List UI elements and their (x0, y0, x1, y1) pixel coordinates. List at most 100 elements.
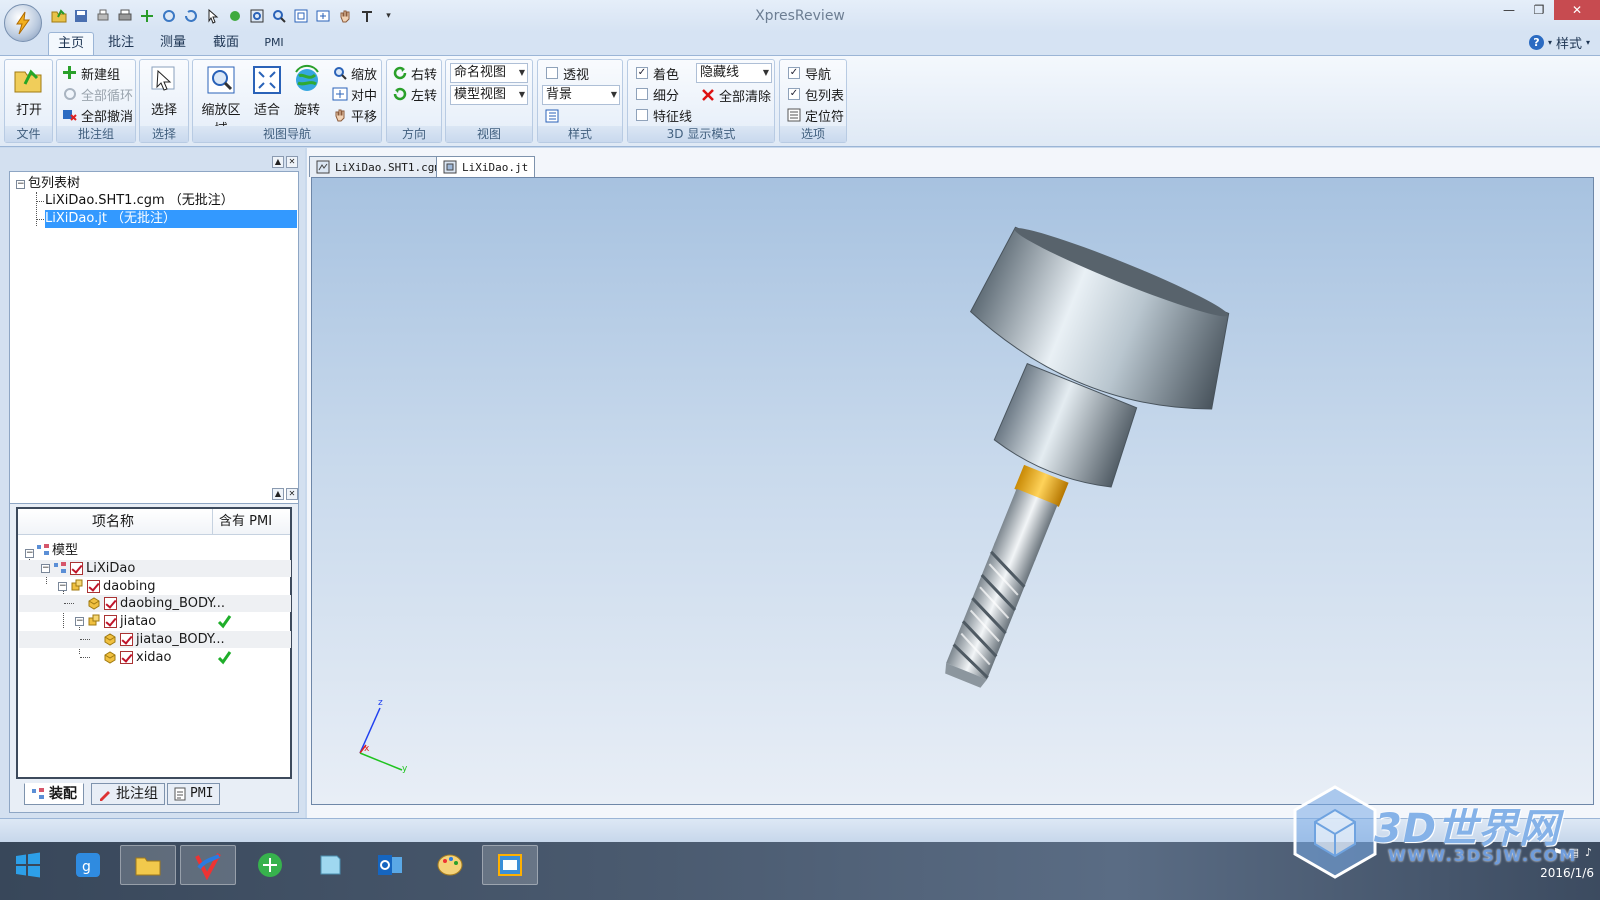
pin-icon[interactable]: ▲ (272, 488, 284, 500)
shaded-checkbox[interactable]: ✓ 着色 (636, 63, 679, 83)
start-button[interactable] (0, 845, 56, 885)
assembly-row-xidao[interactable]: xidao (19, 649, 291, 666)
taskbar-app-window[interactable] (482, 845, 538, 885)
select-button[interactable]: 选择 (142, 63, 186, 118)
tab-markup-groups[interactable]: 批注组 (91, 783, 165, 805)
package-list-checkbox[interactable]: ✓ 包列表 (788, 84, 844, 104)
subdivide-checkbox[interactable]: 细分 (636, 84, 679, 104)
taskbar-app-notes[interactable] (302, 845, 358, 885)
rotate-left-button[interactable]: 左转 (392, 84, 437, 104)
assembly-row-model[interactable]: − 模型 (19, 542, 291, 559)
collapse-icon[interactable]: − (25, 549, 34, 558)
navigator-checkbox[interactable]: ✓ 导航 (788, 63, 831, 83)
checkbox-icon (546, 67, 558, 79)
axis-label-y: y (402, 764, 408, 774)
rotate-button[interactable]: 旋转 (288, 63, 326, 118)
style-menu[interactable]: 样式 (1556, 33, 1582, 52)
group-label-options: 选项 (780, 126, 846, 142)
axis-label-x: x (364, 744, 370, 754)
fit-button[interactable]: 适合 (248, 63, 286, 118)
minimize-icon[interactable]: — (1494, 0, 1524, 20)
cycle-all-button[interactable]: 全部循环 (62, 84, 133, 104)
list-settings-icon (545, 109, 559, 123)
feature-lines-checkbox[interactable]: 特征线 (636, 105, 692, 125)
visibility-checkbox[interactable] (70, 562, 83, 575)
style-settings-button[interactable] (544, 106, 560, 126)
taskbar-file-explorer[interactable] (120, 845, 176, 885)
visibility-checkbox[interactable] (104, 597, 117, 610)
locator-button[interactable]: 定位符 (786, 105, 844, 125)
dropdown-arrow-icon: ▼ (518, 90, 525, 99)
center-button[interactable]: 对中 (332, 84, 377, 104)
assembly-row-daobing-body[interactable]: daobing_BODY... (19, 595, 291, 612)
help-icon[interactable]: ? (1528, 35, 1544, 50)
doc-tab-cgm[interactable]: LiXiDao.SHT1.cgm (309, 156, 448, 177)
left-sidebar: ▲ ✕ − 包列表树 LiXiDao.SHT1.cgm （无批注） LiXiDao… (0, 148, 305, 818)
pan-button[interactable]: 平移 (332, 105, 377, 125)
rotate-left-icon (393, 87, 407, 101)
assembly-row-jiatao[interactable]: − jiatao (19, 613, 291, 630)
package-tree-root[interactable]: 包列表树 (28, 175, 80, 193)
assembly-row-daobing[interactable]: − daobing (19, 578, 291, 595)
assembly-header: 项名称 含有 PMI (18, 509, 290, 535)
transparent-checkbox[interactable]: 透视 (546, 63, 589, 83)
windows-logo-icon (16, 852, 40, 878)
help-dropdown-icon[interactable]: ▾ (1548, 38, 1552, 47)
tab-home[interactable]: 主页 (48, 32, 94, 55)
undo-all-button[interactable]: 全部撤消 (62, 105, 133, 125)
new-group-button[interactable]: 新建组 (62, 63, 120, 83)
tab-assembly[interactable]: 装配 (24, 783, 84, 805)
group-label-view: 视图 (446, 126, 532, 142)
group-label-3d-display: 3D 显示模式 (628, 126, 774, 142)
clear-all-button[interactable]: 全部清除 (700, 85, 771, 105)
end-mill-model[interactable] (312, 178, 1594, 805)
zoom-area-icon (204, 63, 238, 97)
column-item-name[interactable]: 项名称 (92, 509, 134, 535)
taskbar-xpresreview[interactable] (180, 845, 236, 885)
visibility-checkbox[interactable] (87, 580, 100, 593)
visibility-checkbox[interactable] (120, 651, 133, 664)
rotate-right-button[interactable]: 右转 (392, 63, 437, 83)
open-button[interactable]: 打开 (7, 63, 51, 118)
application-menu-button[interactable] (4, 4, 42, 42)
taskbar-paint[interactable] (422, 845, 478, 885)
close-panel-icon[interactable]: ✕ (286, 488, 298, 500)
tab-measure[interactable]: 测量 (150, 32, 196, 55)
visibility-checkbox[interactable] (104, 615, 117, 628)
doc-tab-jt[interactable]: LiXiDao.jt (436, 156, 536, 177)
restore-icon[interactable]: ❐ (1524, 0, 1554, 20)
subassembly-icon (87, 613, 101, 630)
collapse-icon[interactable]: − (41, 564, 50, 573)
hidden-line-dropdown[interactable]: 隐藏线 ▼ (696, 63, 772, 83)
column-has-pmi[interactable]: 含有 PMI (212, 509, 272, 535)
3d-viewport[interactable]: z y x (311, 177, 1594, 805)
package-item-jt[interactable]: LiXiDao.jt （无批注） (45, 210, 297, 228)
collapse-icon[interactable]: − (75, 617, 84, 626)
tab-section[interactable]: 截面 (203, 32, 249, 55)
tab-pmi[interactable]: PMI (254, 32, 294, 55)
group-3d-display: ✓ 着色 细分 特征线 隐藏线 ▼ 全部清除 3D 显示模式 (627, 59, 775, 143)
named-view-dropdown[interactable]: 命名视图 ▼ (450, 63, 528, 83)
background-dropdown[interactable]: 背景 ▼ (542, 85, 620, 105)
package-panel-controls: ▲ ✕ (272, 156, 298, 170)
style-dropdown-icon[interactable]: ▾ (1586, 38, 1590, 47)
assembly-row-jiatao-body[interactable]: jiatao_BODY... (19, 631, 291, 648)
collapse-icon[interactable]: − (16, 180, 25, 189)
assembly-row-lixidao[interactable]: − LiXiDao (19, 560, 291, 577)
package-item-cgm[interactable]: LiXiDao.SHT1.cgm （无批注） (45, 192, 234, 210)
fit-label: 适合 (253, 103, 280, 118)
taskbar-app-green[interactable] (242, 845, 298, 885)
close-panel-icon[interactable]: ✕ (286, 156, 298, 168)
pin-icon[interactable]: ▲ (272, 156, 284, 168)
tab-markup[interactable]: 批注 (98, 32, 144, 55)
model-view-dropdown[interactable]: 模型视图 ▼ (450, 85, 528, 105)
visibility-checkbox[interactable] (120, 633, 133, 646)
tab-pmi-panel[interactable]: PMI (167, 783, 221, 805)
taskbar-app-qq[interactable]: g (60, 845, 116, 885)
zoom-button[interactable]: 缩放 (332, 63, 377, 83)
dropdown-arrow-icon: ▼ (518, 68, 525, 77)
collapse-icon[interactable]: − (58, 582, 67, 591)
taskbar-outlook[interactable] (362, 845, 418, 885)
checkbox-icon (636, 109, 648, 121)
close-icon[interactable]: ✕ (1554, 0, 1600, 20)
